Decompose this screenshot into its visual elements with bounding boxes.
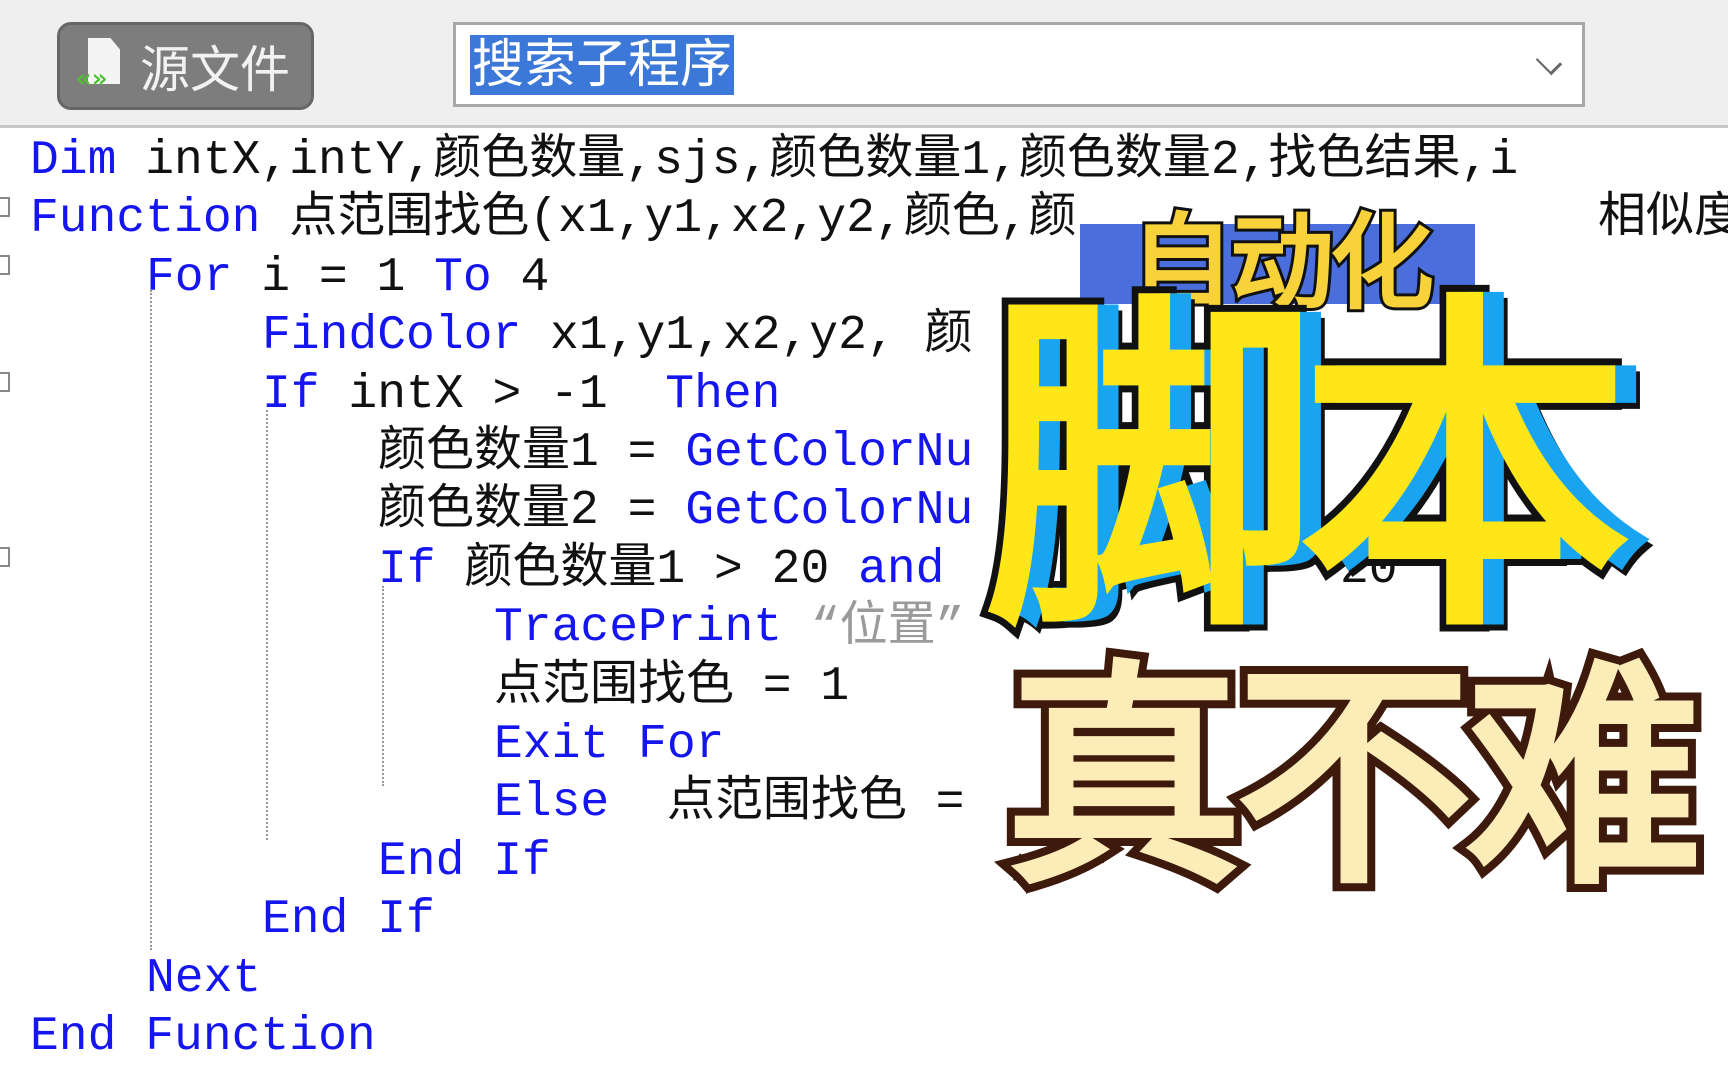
code-keyword: and — [858, 542, 945, 597]
code-keyword: Function — [145, 1010, 376, 1064]
fold-marker[interactable] — [0, 255, 10, 275]
code-keyword: GetColorNu — [685, 484, 974, 539]
chevron-down-icon[interactable] — [1535, 48, 1563, 76]
code-keyword: If — [493, 834, 551, 889]
code-keyword: Dim — [30, 134, 117, 188]
code-text: i = 1 — [232, 250, 435, 305]
source-file-button[interactable]: «» 源文件 — [57, 22, 314, 110]
toolbar: «» 源文件 搜索子程序 — [0, 0, 1728, 128]
code-keyword: For — [146, 250, 233, 305]
fold-marker[interactable] — [0, 372, 10, 392]
code-keyword: Next — [146, 951, 262, 1006]
code-line: Function 点范围找色(x1,y1,x2,y2,颜色,颜 — [30, 190, 1077, 248]
code-keyword: Then — [665, 367, 781, 422]
source-file-label: 源文件 — [140, 41, 290, 99]
code-line: 颜色数量1 = GetColorNu — [378, 424, 973, 482]
code-keyword: FindColor — [262, 309, 522, 364]
code-text: 4 — [491, 250, 550, 305]
code-text: 点范围找色(x1,y1,x2,y2,颜色,颜 — [260, 192, 1077, 247]
code-text: x1,y1,x2,y2, 颜 — [521, 309, 973, 364]
code-text: 颜色数量2 = — [378, 484, 686, 539]
code-string: “位置” — [782, 601, 965, 656]
fold-marker[interactable] — [0, 197, 10, 217]
code-line: If intX > -1 Then — [262, 366, 780, 424]
code-line: 点范围找色 = 1 — [494, 658, 849, 716]
code-keyword: To — [434, 250, 492, 305]
code-text: 颜色数量1 = — [378, 426, 686, 480]
code-text: 相似度) — [1598, 192, 1728, 247]
indent-guide — [150, 290, 152, 950]
source-file-icon: «» — [76, 38, 126, 94]
code-text: intX > -1 — [319, 367, 666, 422]
code-line: TracePrint “位置” — [494, 599, 964, 657]
code-line: If 颜色数量1 > 20 and — [378, 541, 944, 599]
code-keyword: If — [378, 542, 436, 597]
overlay-subline: 真不难 — [997, 641, 1711, 918]
code-line: End Function — [30, 1008, 376, 1066]
code-line: Else 点范围找色 = — [494, 774, 964, 832]
code-keyword: End — [30, 1010, 117, 1064]
code-keyword: Function — [30, 192, 261, 247]
code-keyword: GetColorNu — [685, 426, 974, 480]
code-keyword: End — [378, 834, 465, 889]
code-line: For i = 1 To 4 — [146, 249, 549, 307]
code-text: 颜色数量1 > 20 — [435, 542, 859, 597]
code-line: Next — [146, 950, 261, 1008]
code-keyword: Exit — [494, 718, 610, 772]
fold-marker[interactable] — [0, 547, 10, 567]
code-text: 点范围找色 = — [609, 776, 965, 831]
code-line: End If — [262, 891, 435, 949]
code-keyword: If — [377, 893, 435, 948]
subroutine-search-input[interactable]: 搜索子程序 — [470, 34, 735, 95]
code-line: 颜色数量2 = GetColorNu — [378, 482, 973, 540]
indent-guide — [266, 410, 268, 840]
code-keyword: End — [262, 893, 349, 948]
code-line: FindColor x1,y1,x2,y2, 颜 — [262, 307, 973, 365]
indent-guide — [382, 586, 384, 786]
code-line: Exit For — [494, 716, 724, 774]
code-text: 点范围找色 = 1 — [494, 659, 850, 714]
code-keyword: Else — [494, 776, 610, 831]
subroutine-search-combobox[interactable]: 搜索子程序 — [453, 22, 1585, 107]
code-keyword: For — [638, 718, 725, 772]
code-keyword: TracePrint — [494, 601, 783, 656]
overlay-headline: 脚本 — [978, 263, 1637, 677]
code-keyword: If — [262, 367, 320, 422]
code-line: End If — [378, 833, 551, 891]
